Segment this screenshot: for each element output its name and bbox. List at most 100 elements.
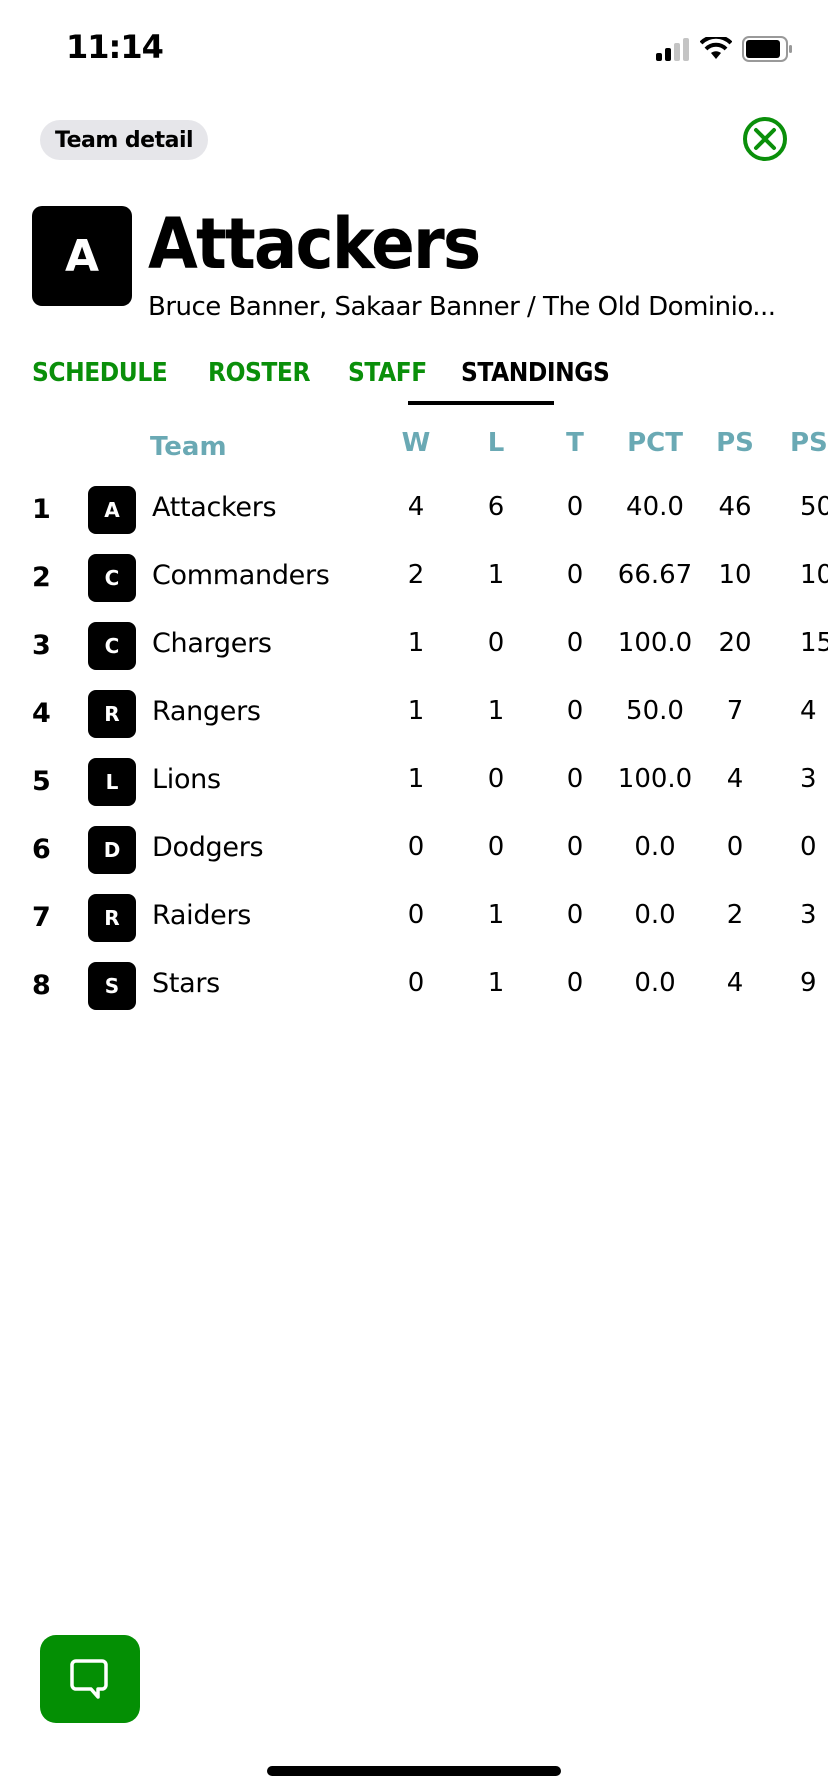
team-logo-small: L (88, 758, 136, 806)
rank: 8 (32, 970, 51, 1001)
ps-cell: 20 (718, 628, 752, 658)
tab-schedule[interactable]: SCHEDULE (32, 358, 168, 402)
t-cell: 0 (566, 492, 584, 522)
team-detail-chip: Team detail (40, 120, 209, 160)
active-tab-indicator (408, 401, 554, 405)
team-name-cell: Lions (152, 764, 221, 795)
team-name-cell: Stars (152, 968, 220, 999)
column-header-psa: PSA (790, 428, 828, 458)
w-cell: 0 (407, 832, 425, 862)
pct-cell: 100.0 (617, 628, 693, 658)
w-cell: 0 (407, 968, 425, 998)
pct-cell: 0.0 (634, 968, 676, 998)
rank: 5 (32, 766, 51, 797)
tab-staff[interactable]: STAFF (348, 358, 427, 402)
team-logo-small: R (88, 894, 136, 942)
team-logo-letter: R (104, 702, 120, 726)
status-time: 11:14 (66, 28, 164, 66)
pct-cell: 0.0 (634, 832, 676, 862)
psa-cell: 4 (800, 696, 817, 726)
l-cell: 0 (487, 832, 505, 862)
t-cell: 0 (566, 900, 584, 930)
ps-cell: 46 (718, 492, 752, 522)
psa-cell: 0 (800, 832, 817, 862)
column-header-ps: PS (716, 428, 754, 458)
team-logo-letter: R (104, 906, 120, 930)
w-cell: 4 (407, 492, 425, 522)
team-name-cell: Rangers (152, 696, 261, 727)
chip-label: Team detail (55, 127, 194, 153)
rank: 2 (32, 562, 51, 593)
t-cell: 0 (566, 696, 584, 726)
battery-icon (742, 36, 792, 62)
team-name-cell: Attackers (152, 492, 277, 523)
l-cell: 1 (487, 900, 505, 930)
team-name-cell: Commanders (152, 560, 330, 591)
w-cell: 1 (407, 628, 425, 658)
column-header-t: T (566, 428, 584, 458)
psa-cell: 10 (800, 560, 828, 590)
l-cell: 6 (487, 492, 505, 522)
l-cell: 1 (487, 560, 505, 590)
table-row[interactable]: 5 L Lions 1 0 0 100.0 4 3 (0, 752, 828, 812)
t-cell: 0 (566, 764, 584, 794)
column-header-pct: PCT (627, 428, 683, 458)
rank: 1 (32, 494, 51, 525)
team-logo-letter: C (104, 566, 120, 590)
team-name-cell: Dodgers (152, 832, 264, 863)
tab-roster[interactable]: ROSTER (208, 358, 310, 402)
pct-cell: 0.0 (634, 900, 676, 930)
t-cell: 0 (566, 832, 584, 862)
team-logo-letter: A (104, 498, 120, 522)
table-row[interactable]: 7 R Raiders 0 1 0 0.0 2 3 (0, 888, 828, 948)
rank: 4 (32, 698, 51, 729)
team-logo-letter: A (64, 230, 100, 282)
ps-cell: 4 (726, 968, 744, 998)
team-logo: A (32, 206, 132, 306)
team-logo-letter: C (104, 634, 120, 658)
wifi-icon (700, 37, 732, 59)
table-row[interactable]: 6 D Dodgers 0 0 0 0.0 0 0 (0, 820, 828, 880)
team-logo-small: D (88, 826, 136, 874)
pct-cell: 66.67 (617, 560, 693, 590)
w-cell: 1 (407, 764, 425, 794)
l-cell: 0 (487, 764, 505, 794)
team-logo-small: C (88, 622, 136, 670)
team-name-cell: Raiders (152, 900, 252, 931)
team-logo-small: R (88, 690, 136, 738)
ps-cell: 4 (726, 764, 744, 794)
ps-cell: 0 (726, 832, 744, 862)
column-header-l: L (487, 428, 505, 458)
team-logo-letter: D (103, 838, 121, 862)
team-name: Attackers (148, 203, 481, 285)
t-cell: 0 (566, 560, 584, 590)
close-button[interactable] (742, 116, 788, 162)
l-cell: 1 (487, 696, 505, 726)
chat-bubble-icon (70, 1659, 108, 1699)
l-cell: 1 (487, 968, 505, 998)
table-row[interactable]: 8 S Stars 0 1 0 0.0 4 9 (0, 956, 828, 1016)
table-row[interactable]: 4 R Rangers 1 1 0 50.0 7 4 (0, 684, 828, 744)
column-header-team: Team (150, 432, 227, 462)
table-row[interactable]: 1 A Attackers 4 6 0 40.0 46 50 (0, 480, 828, 540)
tab-standings[interactable]: STANDINGS (461, 358, 610, 402)
pct-cell: 50.0 (626, 696, 684, 726)
home-indicator (267, 1766, 561, 1776)
t-cell: 0 (566, 628, 584, 658)
psa-cell: 15 (800, 628, 828, 658)
team-logo-small: C (88, 554, 136, 602)
close-circle-icon (743, 117, 787, 161)
psa-cell: 3 (800, 900, 817, 930)
ps-cell: 2 (726, 900, 744, 930)
table-row[interactable]: 3 C Chargers 1 0 0 100.0 20 15 (0, 616, 828, 676)
rank: 7 (32, 902, 51, 933)
pct-cell: 100.0 (617, 764, 693, 794)
status-icons (654, 36, 794, 62)
ps-cell: 7 (726, 696, 744, 726)
table-row[interactable]: 2 C Commanders 2 1 0 66.67 10 10 (0, 548, 828, 608)
team-name-cell: Chargers (152, 628, 272, 659)
rank: 6 (32, 834, 51, 865)
rank: 3 (32, 630, 51, 661)
w-cell: 1 (407, 696, 425, 726)
chat-button[interactable] (40, 1635, 140, 1723)
